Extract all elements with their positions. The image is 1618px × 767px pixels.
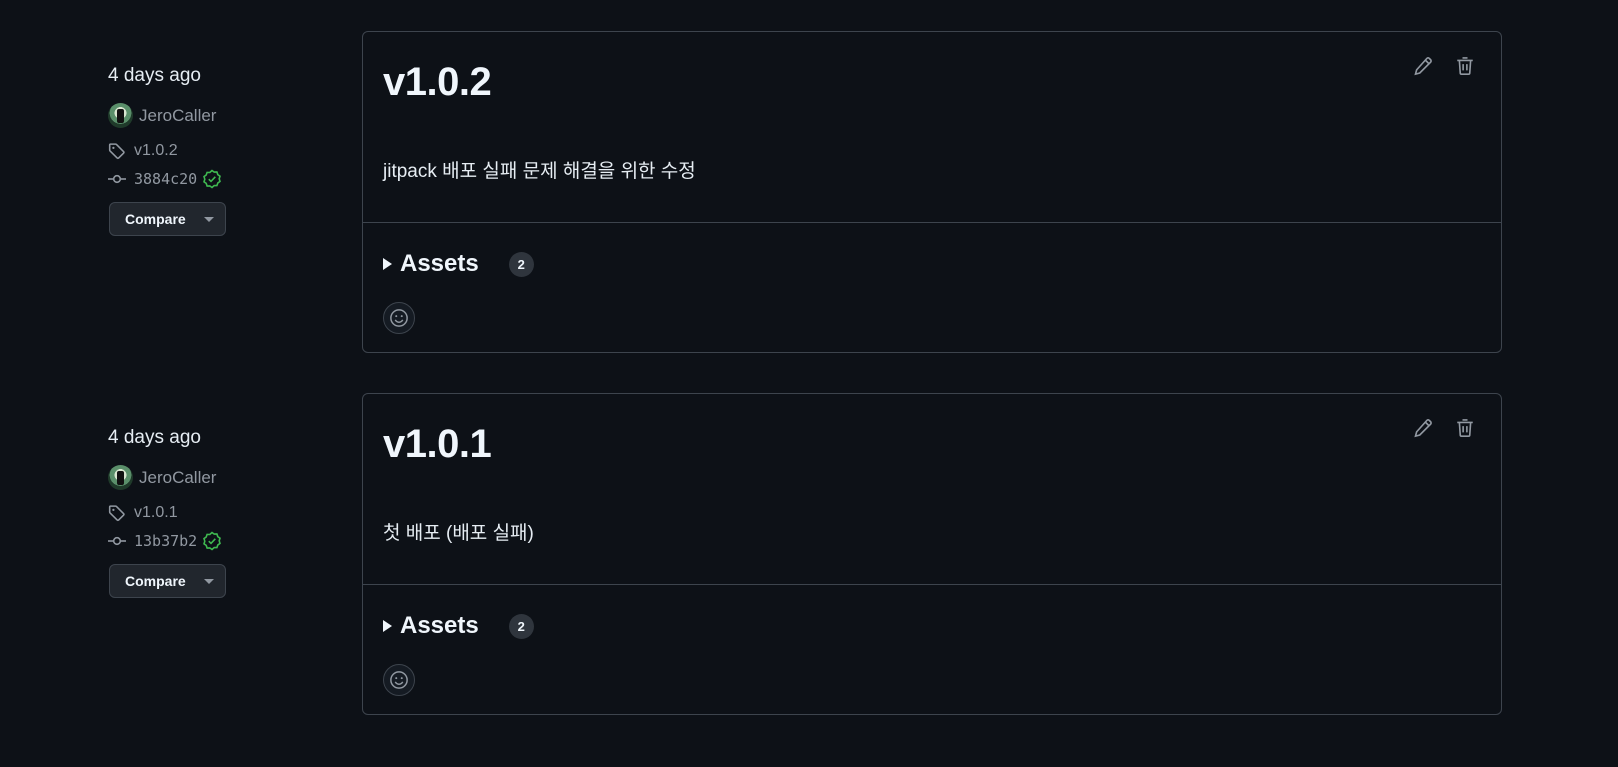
release-author[interactable]: JeroCaller	[108, 103, 216, 128]
triangle-right-icon	[383, 620, 392, 632]
smiley-icon	[390, 671, 408, 689]
release-entry: 4 days ago JeroCaller v1.0.1 13b37b2 Com…	[0, 393, 1618, 717]
verified-icon[interactable]	[202, 531, 222, 551]
tag-icon	[108, 505, 125, 522]
compare-button[interactable]: Compare	[109, 202, 226, 236]
release-card: v1.0.2 jitpack 배포 실패 문제 해결을 위한 수정 Assets…	[362, 31, 1502, 353]
author-name[interactable]: JeroCaller	[139, 106, 216, 126]
release-actions	[1413, 418, 1475, 438]
verified-icon[interactable]	[202, 169, 222, 189]
release-date[interactable]: 4 days ago	[108, 65, 201, 87]
chevron-down-icon	[203, 578, 214, 584]
release-entry: 4 days ago JeroCaller v1.0.2 3884c20 Com…	[0, 31, 1618, 355]
compare-label: Compare	[125, 573, 186, 589]
triangle-right-icon	[383, 258, 392, 270]
divider	[363, 584, 1501, 585]
tag-label: v1.0.1	[134, 504, 178, 521]
release-title[interactable]: v1.0.2	[383, 60, 492, 105]
trash-icon[interactable]	[1455, 56, 1475, 76]
compare-button[interactable]: Compare	[109, 564, 226, 598]
release-description: 첫 배포 (배포 실패)	[383, 523, 534, 544]
edit-icon[interactable]	[1413, 418, 1433, 438]
add-reaction-button[interactable]	[383, 302, 415, 334]
release-commit[interactable]: 13b37b2	[108, 531, 222, 551]
avatar[interactable]	[108, 465, 133, 490]
smiley-icon	[390, 309, 408, 327]
git-commit-icon	[108, 174, 126, 184]
assets-count-badge: 2	[508, 613, 534, 639]
release-card: v1.0.1 첫 배포 (배포 실패) Assets 2	[362, 393, 1502, 715]
release-tag[interactable]: v1.0.1	[108, 504, 178, 522]
release-description: jitpack 배포 실패 문제 해결을 위한 수정	[383, 161, 696, 182]
commit-sha: 3884c20	[134, 170, 198, 188]
release-actions	[1413, 56, 1475, 76]
assets-label: Assets	[400, 250, 479, 277]
release-title[interactable]: v1.0.1	[383, 422, 492, 467]
tag-label: v1.0.2	[134, 142, 178, 159]
divider	[363, 222, 1501, 223]
author-name[interactable]: JeroCaller	[139, 468, 216, 488]
release-tag[interactable]: v1.0.2	[108, 142, 178, 160]
tag-icon	[108, 143, 125, 160]
edit-icon[interactable]	[1413, 56, 1433, 76]
compare-label: Compare	[125, 211, 186, 227]
assets-toggle[interactable]: Assets 2	[383, 612, 534, 640]
release-date[interactable]: 4 days ago	[108, 427, 201, 449]
git-commit-icon	[108, 536, 126, 546]
avatar[interactable]	[108, 103, 133, 128]
commit-sha: 13b37b2	[134, 532, 198, 550]
release-author[interactable]: JeroCaller	[108, 465, 216, 490]
assets-toggle[interactable]: Assets 2	[383, 250, 534, 278]
release-commit[interactable]: 3884c20	[108, 169, 222, 189]
chevron-down-icon	[203, 216, 214, 222]
add-reaction-button[interactable]	[383, 664, 415, 696]
assets-label: Assets	[400, 612, 479, 639]
assets-count-badge: 2	[508, 251, 534, 277]
trash-icon[interactable]	[1455, 418, 1475, 438]
